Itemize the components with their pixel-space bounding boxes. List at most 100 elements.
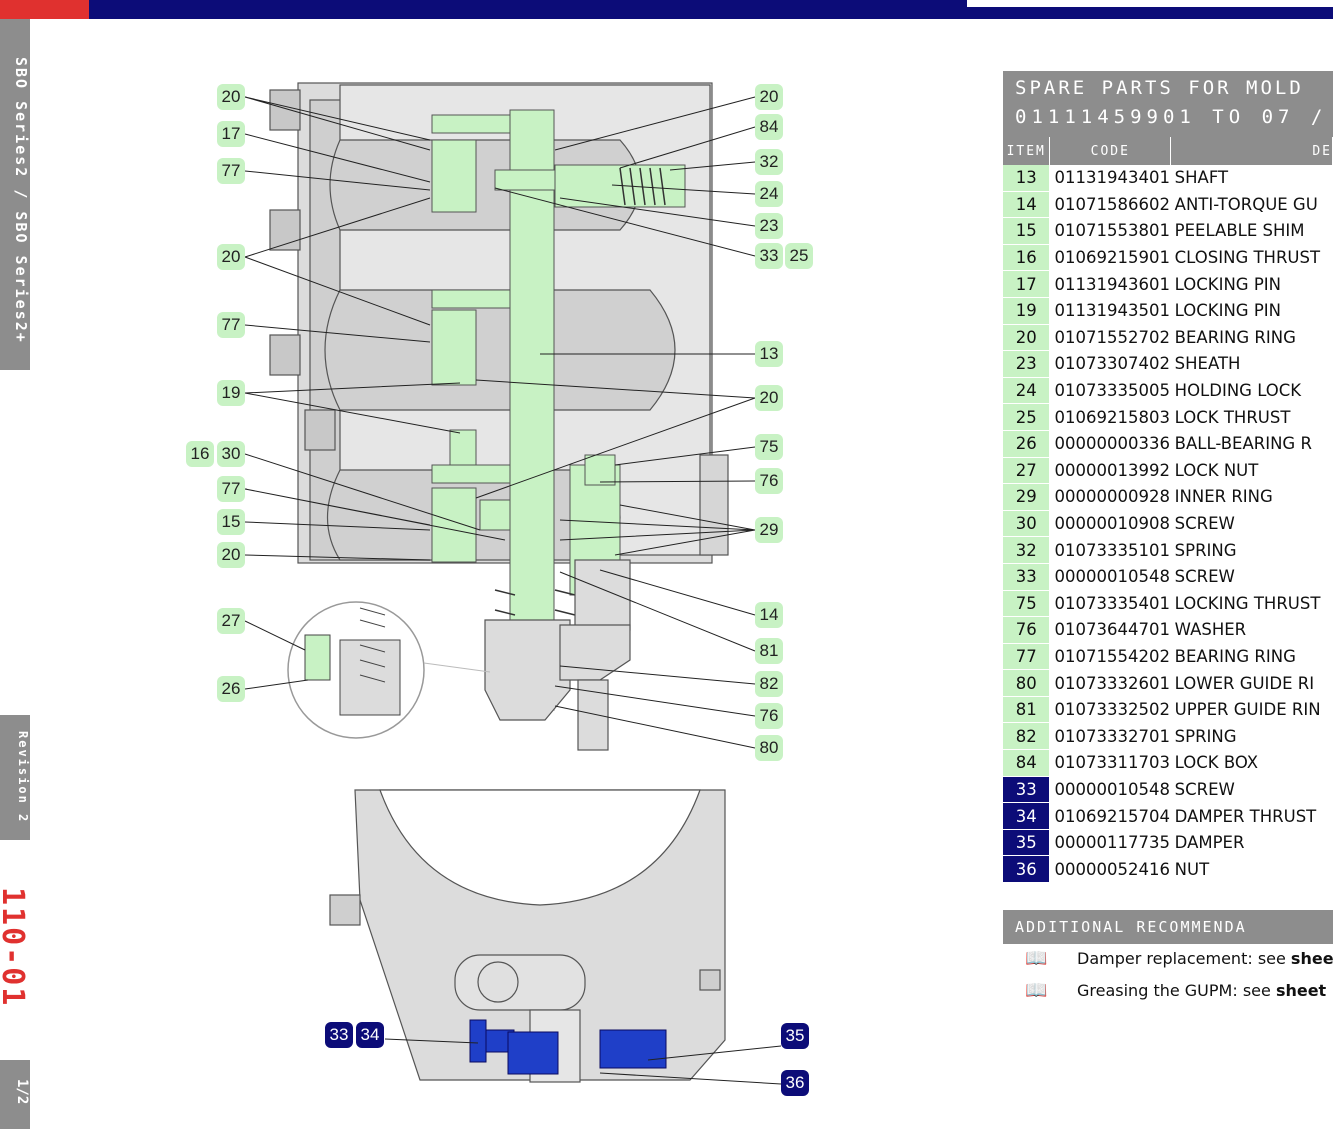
callout-20: 20: [755, 385, 783, 411]
callout-82: 82: [755, 671, 783, 697]
part-item-number: 77: [1003, 643, 1051, 671]
parts-row: 30 00000010908 SCREW: [1003, 510, 1333, 538]
part-item-number: 24: [1003, 377, 1051, 405]
parts-row: 29 00000000928 INNER RING: [1003, 483, 1333, 511]
header-code: Code: [1049, 137, 1172, 165]
part-code: 00000010548: [1049, 563, 1171, 591]
parts-title-line2: 01111459901 to 07 /: [1015, 106, 1328, 128]
callout-20: 20: [217, 542, 245, 568]
part-description: SCREW: [1170, 563, 1333, 591]
parts-row: 82 01073332701 SPRING: [1003, 722, 1333, 751]
callout-77: 77: [217, 312, 245, 338]
callout-76: 76: [755, 703, 783, 729]
parts-row: 19 01131943501 LOCKING PIN: [1003, 297, 1333, 325]
parts-row: 20 01071552702 BEARING RING: [1003, 324, 1333, 352]
callout-32: 32: [755, 149, 783, 175]
revision-label: Revision 2: [16, 730, 30, 824]
parts-row: 34 01069215704 DAMPER THRUST: [1003, 802, 1333, 830]
part-item-number: 82: [1003, 722, 1051, 751]
part-code: 01073335401: [1049, 590, 1171, 618]
top-bar-red: [0, 0, 89, 19]
part-description: BEARING RING: [1170, 324, 1333, 352]
parts-row: 75 01073335401 LOCKING THRUST: [1003, 590, 1333, 618]
page-code: 110-01: [0, 887, 30, 1008]
part-item-number: 30: [1003, 510, 1051, 538]
callout-33: 33: [755, 243, 783, 269]
part-item-number: 81: [1003, 696, 1051, 724]
part-item-number: 80: [1003, 669, 1051, 697]
callout-80: 80: [755, 735, 783, 761]
part-item-number: 23: [1003, 350, 1051, 378]
book-icon: 📖: [1025, 980, 1048, 1001]
top-bar-notch: [967, 0, 1333, 7]
parts-row: 33 00000010548 SCREW: [1003, 563, 1333, 591]
callout-29: 29: [755, 517, 783, 543]
part-item-number: 36: [1003, 855, 1051, 884]
part-description: LOCKING PIN: [1170, 270, 1333, 298]
part-code: 01131943501: [1049, 297, 1171, 325]
parts-row: 25 01069215803 LOCK THRUST: [1003, 403, 1333, 431]
part-description: WASHER: [1170, 616, 1333, 644]
part-item-number: 33: [1003, 776, 1051, 804]
recommendation-link[interactable]: shee: [1291, 949, 1333, 968]
part-item-number: 16: [1003, 244, 1051, 272]
recommendation-link[interactable]: sheet: [1276, 981, 1326, 1000]
part-item-number: 32: [1003, 536, 1051, 564]
part-item-number: 76: [1003, 616, 1051, 644]
part-description: SHEATH: [1170, 350, 1333, 378]
part-code: 01071554202: [1049, 643, 1171, 671]
parts-table: Item Code De 13 01131943401 SHAFT 14 0107158…: [1003, 137, 1333, 884]
callout-77: 77: [217, 476, 245, 502]
parts-row: 81 01073332502 UPPER GUIDE RIN: [1003, 696, 1333, 724]
part-description: INNER RING: [1170, 483, 1333, 511]
part-item-number: 35: [1003, 829, 1051, 857]
part-code: 01073332701: [1049, 722, 1171, 751]
part-code: 01073307402: [1049, 350, 1171, 378]
callout-36: 36: [781, 1070, 809, 1096]
part-code: 01069215901: [1049, 244, 1171, 272]
part-item-number: 14: [1003, 191, 1051, 219]
callout-27: 27: [217, 608, 245, 634]
parts-row: 15 01071553801 PEELABLE SHIM: [1003, 217, 1333, 245]
recommendation-item[interactable]: 📖 Damper replacement: see shee: [1003, 948, 1333, 972]
parts-row: 23 01073307402 SHEATH: [1003, 350, 1333, 378]
callout-33-damper: 33: [325, 1022, 353, 1048]
part-item-number: 25: [1003, 403, 1051, 431]
part-item-number: 27: [1003, 457, 1051, 485]
recommendation-text: Damper replacement: see: [1077, 949, 1291, 968]
callout-77: 77: [217, 158, 245, 184]
callout-35: 35: [781, 1023, 809, 1049]
parts-row: 32 01073335101 SPRING: [1003, 536, 1333, 564]
part-code: 01071586602: [1049, 191, 1171, 219]
parts-row: 17 01131943601 LOCKING PIN: [1003, 270, 1333, 298]
part-code: 01069215704: [1049, 802, 1171, 830]
part-description: ANTI-TORQUE GU: [1170, 191, 1333, 219]
parts-row: 16 01069215901 CLOSING THRUST: [1003, 244, 1333, 272]
part-description: SCREW: [1170, 510, 1333, 538]
part-item-number: 29: [1003, 483, 1051, 511]
book-icon: 📖: [1025, 948, 1048, 969]
callout-26: 26: [217, 676, 245, 702]
part-description: PEELABLE SHIM: [1170, 217, 1333, 245]
part-description: DAMPER: [1170, 829, 1333, 857]
part-item-number: 15: [1003, 217, 1051, 245]
part-description: SCREW: [1170, 776, 1333, 804]
parts-row: 26 00000000336 BALL-BEARING R: [1003, 430, 1333, 458]
parts-row: 77 01071554202 BEARING RING: [1003, 643, 1333, 671]
part-code: 01073311703: [1049, 749, 1171, 777]
part-code: 00000000928: [1049, 483, 1171, 511]
callout-13: 13: [755, 341, 783, 367]
part-description: DAMPER THRUST: [1170, 802, 1333, 830]
part-code: 01071552702: [1049, 324, 1171, 352]
sidebar-gap: [0, 370, 30, 715]
recommendation-item[interactable]: 📖 Greasing the GUPM: see sheet: [1003, 980, 1333, 1004]
part-code: 01069215803: [1049, 403, 1171, 431]
series-label: SBO Series2 / SBO Series2+: [12, 56, 30, 344]
part-description: CLOSING THRUST: [1170, 244, 1333, 272]
callout-15: 15: [217, 509, 245, 535]
part-code: 01073644701: [1049, 616, 1171, 644]
part-code: 00000013992: [1049, 457, 1171, 485]
part-item-number: 26: [1003, 430, 1051, 458]
callout-20: 20: [755, 84, 783, 110]
part-description: LOCK NUT: [1170, 457, 1333, 485]
